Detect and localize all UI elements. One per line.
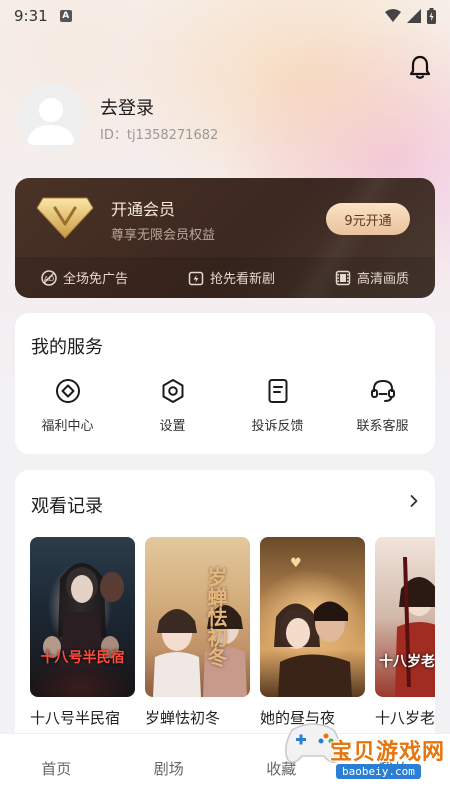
poster-title: 十八岁老 [379, 654, 435, 670]
vip-perks: AD 全场免广告 抢先看新剧 高清画质 [15, 257, 435, 298]
poster-image: 十八岁老 [375, 537, 435, 697]
poster-art [395, 556, 435, 697]
perk-label: 高清画质 [356, 272, 409, 287]
vip-card[interactable]: 开通会员 尊享无限会员权益 9元开通 AD 全场免广告 抢先看新剧 [15, 178, 435, 298]
poster-image: 十八号半民宿 [30, 537, 135, 697]
chevron-right-icon[interactable] [407, 494, 421, 508]
watermark-url: baobeiy.com [336, 764, 421, 779]
poster-image: ♥ [260, 537, 365, 697]
login-link[interactable]: 去登录 [100, 94, 154, 120]
tab-home[interactable]: 首页 [0, 758, 112, 779]
poster-art [43, 563, 124, 667]
vip-open-button[interactable]: 9元开通 [326, 203, 410, 235]
service-label: 福利中心 [41, 419, 94, 434]
signal-icon [407, 9, 421, 23]
history-caption: 十八号半民宿 [30, 709, 121, 727]
feedback-icon [264, 377, 292, 405]
watermark-text: 宝贝游戏网 [330, 740, 446, 765]
poster-art: ♥ [274, 556, 352, 697]
history-item[interactable]: ♥ 她的昼与夜 [260, 537, 365, 728]
service-label: 设置 [159, 419, 186, 434]
early-access-icon [188, 271, 204, 285]
svg-text:♥: ♥ [290, 556, 302, 571]
history-item[interactable]: 十八岁老 十八岁老 [375, 537, 435, 728]
poster-title: 岁蝉怯初冬 [204, 567, 228, 667]
perk-no-ads: AD 全场免广告 [41, 268, 128, 287]
service-settings[interactable]: 设置 [120, 377, 225, 434]
services-title: 我的服务 [31, 337, 103, 358]
vip-diamond-icon [36, 197, 94, 239]
history-item[interactable]: 岁蝉怯初冬 岁蝉怯初冬 [145, 537, 250, 728]
user-id: ID：tj1358271682 [100, 128, 219, 143]
service-label: 投诉反馈 [251, 419, 304, 434]
tab-theater[interactable]: 剧场 [113, 758, 225, 779]
no-ads-icon: AD [41, 269, 57, 286]
avatar[interactable] [17, 83, 85, 151]
perk-label: 抢先看新剧 [209, 272, 275, 287]
status-time: 9:31 [14, 7, 48, 25]
perk-hd: 高清画质 [335, 268, 409, 287]
history-item[interactable]: 十八号半民宿 十八号半民宿 [30, 537, 135, 728]
customer-service-icon [369, 377, 397, 405]
status-bar: 9:31 A [0, 0, 450, 32]
service-label: 联系客服 [356, 419, 409, 434]
wifi-icon [385, 9, 401, 22]
history-caption: 岁蝉怯初冬 [145, 709, 221, 727]
bell-icon[interactable] [406, 53, 434, 81]
battery-icon [427, 8, 436, 24]
settings-icon [159, 377, 187, 405]
service-benefit-center[interactable]: 福利中心 [15, 377, 120, 434]
perk-early-access: 抢先看新剧 [188, 268, 275, 287]
service-customer-support[interactable]: 联系客服 [330, 377, 435, 434]
perk-label: 全场免广告 [63, 272, 129, 287]
notification-a-icon: A [59, 10, 72, 22]
film-icon [335, 270, 351, 285]
services-row: 福利中心 设置 投诉反馈 联系客服 [15, 377, 435, 434]
service-feedback[interactable]: 投诉反馈 [225, 377, 330, 434]
services-card: 我的服务 福利中心 设置 投诉反馈 联系客服 [15, 313, 435, 454]
watermark: 宝贝游戏网 baobeiy.com [278, 704, 448, 794]
vip-title: 开通会员 [111, 200, 176, 219]
status-indicators [385, 8, 436, 24]
vip-subtitle: 尊享无限会员权益 [111, 228, 216, 243]
benefit-center-icon [54, 377, 82, 405]
watch-history-title: 观看记录 [31, 496, 103, 517]
poster-image: 岁蝉怯初冬 [145, 537, 250, 697]
poster-title: 十八号半民宿 [40, 650, 125, 666]
default-avatar-icon [17, 83, 85, 151]
